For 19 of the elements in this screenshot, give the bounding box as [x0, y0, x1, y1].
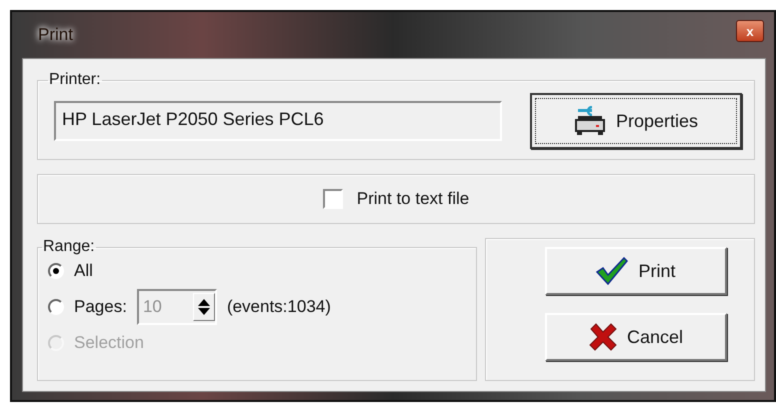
radio-button[interactable] — [48, 263, 64, 279]
checkbox-label[interactable]: Print to text file — [356, 189, 470, 209]
check-icon — [596, 257, 628, 285]
cancel-button[interactable]: Cancel — [545, 313, 727, 361]
group-title: Printer: — [48, 71, 102, 89]
radio-button[interactable] — [48, 299, 64, 315]
properties-button[interactable]: Properties — [530, 93, 742, 149]
close-button[interactable]: x — [736, 20, 764, 42]
printer-icon — [574, 106, 606, 136]
spin-arrows-icon[interactable] — [192, 293, 215, 321]
cross-icon — [588, 323, 617, 351]
radio-label[interactable]: All — [74, 261, 93, 281]
radio-label[interactable]: Pages: — [74, 297, 127, 317]
window-title: Print — [38, 25, 73, 45]
checkbox[interactable] — [322, 189, 343, 209]
printer-name-field[interactable]: HP LaserJet P2050 Series PCL6 — [54, 101, 502, 141]
print-button[interactable]: Print — [545, 247, 727, 295]
events-count: (events:1034) — [226, 297, 331, 317]
group-title: Range: — [42, 238, 96, 256]
